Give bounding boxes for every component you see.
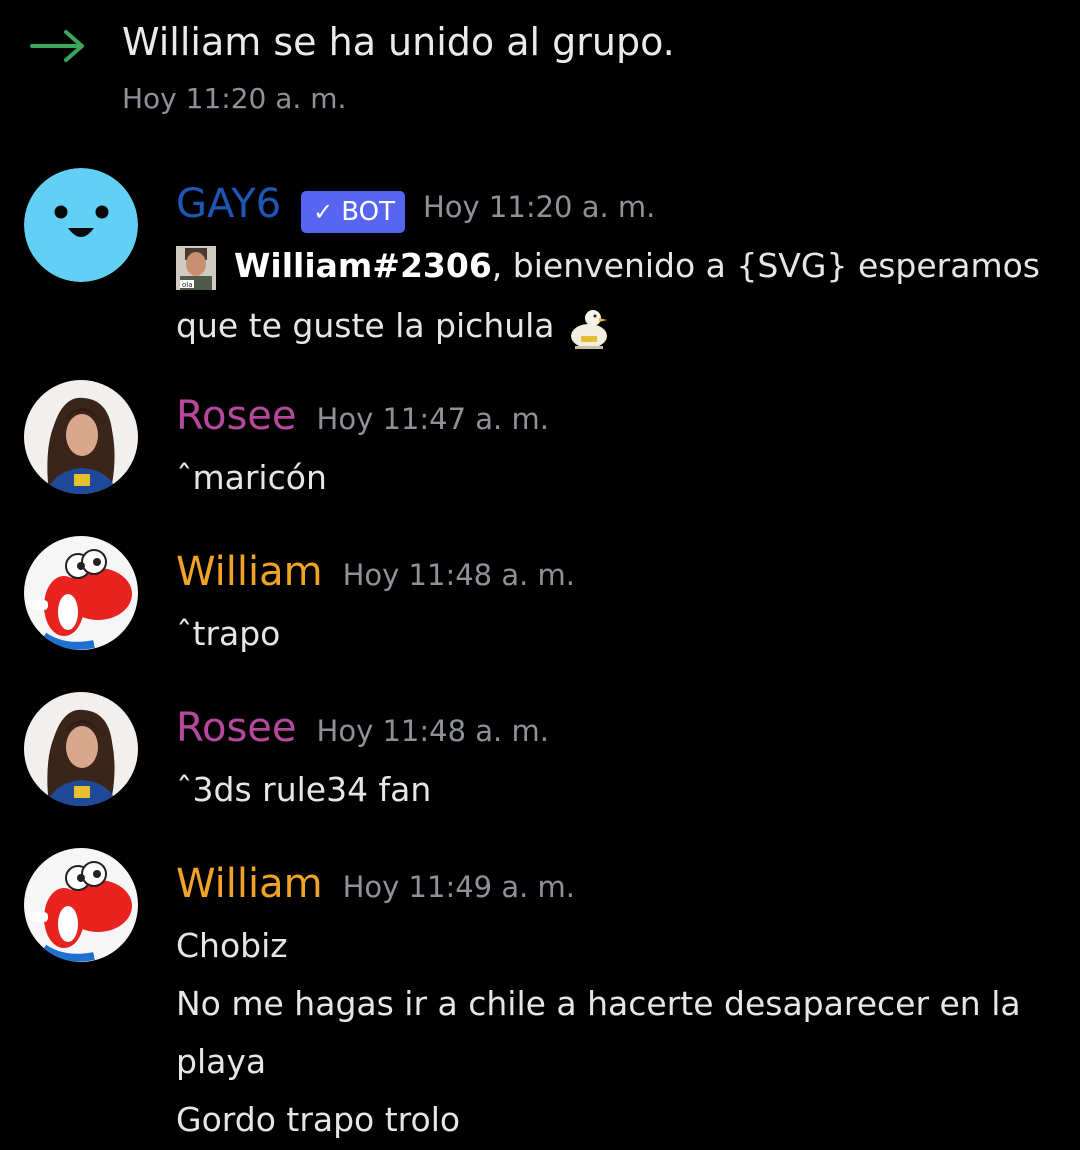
message-header: Rosee Hoy 11:47 a. m. [176,388,549,448]
message-timestamp: Hoy 11:48 a. m. [316,714,549,748]
yoshi-avatar-icon [24,536,138,650]
message-text-segment: ˆmaricón [176,458,327,497]
message-timestamp: Hoy 11:48 a. m. [342,558,576,592]
emoji-caption: ola [182,281,193,289]
duck-emoji-icon [569,306,609,350]
message-text: que te guste la pichula [176,304,609,350]
avatar[interactable] [24,848,138,962]
author-name[interactable]: William [176,856,323,912]
join-text: William se ha unido al grupo. [122,20,675,64]
bot-tag: ✓ BOT [301,191,405,233]
girl-avatar-icon [24,380,138,494]
author-name[interactable]: William [176,544,323,600]
user-mention[interactable]: William#2306 [234,246,492,285]
system-join-message: William se ha unido al grupo. Hoy 11:20 … [0,0,1080,130]
message-text-segment: que te guste la pichula [176,306,555,345]
message-text-segment: ˆ3ds rule34 fan [176,770,432,809]
message-text: No me hagas ir a chile a hacerte desapar… [176,982,1021,1026]
author-name[interactable]: Rosee [176,388,297,444]
message-text: ˆ3ds rule34 fan [176,768,431,812]
avatar[interactable] [24,168,138,282]
message-header: Rosee Hoy 11:48 a. m. [176,700,549,760]
yoshi-avatar-icon [24,848,138,962]
message-header: GAY6 ✓ BOT Hoy 11:20 a. m. [176,176,655,236]
message-text: playa [176,1040,266,1084]
arrow-right-icon [30,30,84,62]
message-text: ˆtrapo [176,612,280,656]
message-timestamp: Hoy 11:49 a. m. [342,870,576,904]
message-group: Rosee Hoy 11:48 a. m. ˆ3ds rule34 fan [0,692,1080,820]
checkmark-icon: ✓ [313,198,334,226]
message-group: Rosee Hoy 11:47 a. m. ˆmaricón [0,380,1080,508]
message-text-segment: No me hagas ir a chile a hacerte desapar… [176,984,1021,1023]
girl-avatar-icon [24,692,138,806]
author-name[interactable]: GAY6 [176,176,281,232]
join-timestamp: Hoy 11:20 a. m. [122,82,347,115]
author-name[interactable]: Rosee [176,700,297,756]
message-text-segment: Chobiz [176,926,288,965]
bot-tag-label: BOT [341,197,395,227]
smiley-avatar-icon [24,168,138,282]
message-text-segment: ˆtrapo [176,614,281,653]
avatar[interactable] [24,380,138,494]
message-text: Chobiz [176,924,288,968]
man-photo-emoji-icon: ola [176,245,216,290]
message-group: William Hoy 11:49 a. m. Chobiz No me hag… [0,848,1080,1146]
message-text: ˆmaricón [176,456,327,500]
message-header: William Hoy 11:49 a. m. [176,856,575,916]
message-group: William Hoy 11:48 a. m. ˆtrapo [0,536,1080,664]
message-text: ola William#2306, bienvenido a {SVG} esp… [176,244,1040,290]
message-timestamp: Hoy 11:47 a. m. [316,402,549,436]
message-timestamp: Hoy 11:20 a. m. [422,190,656,224]
message-text-segment: Gordo trapo trolo [176,1100,461,1139]
message-text-segment: , bienvenido a {SVG} esperamos [491,246,1041,285]
message-group: GAY6 ✓ BOT Hoy 11:20 a. m. ola William#2… [0,168,1080,366]
message-text-segment: playa [176,1042,267,1081]
message-header: William Hoy 11:48 a. m. [176,544,575,604]
avatar[interactable] [24,536,138,650]
message-text: Gordo trapo trolo [176,1098,460,1142]
avatar[interactable] [24,692,138,806]
